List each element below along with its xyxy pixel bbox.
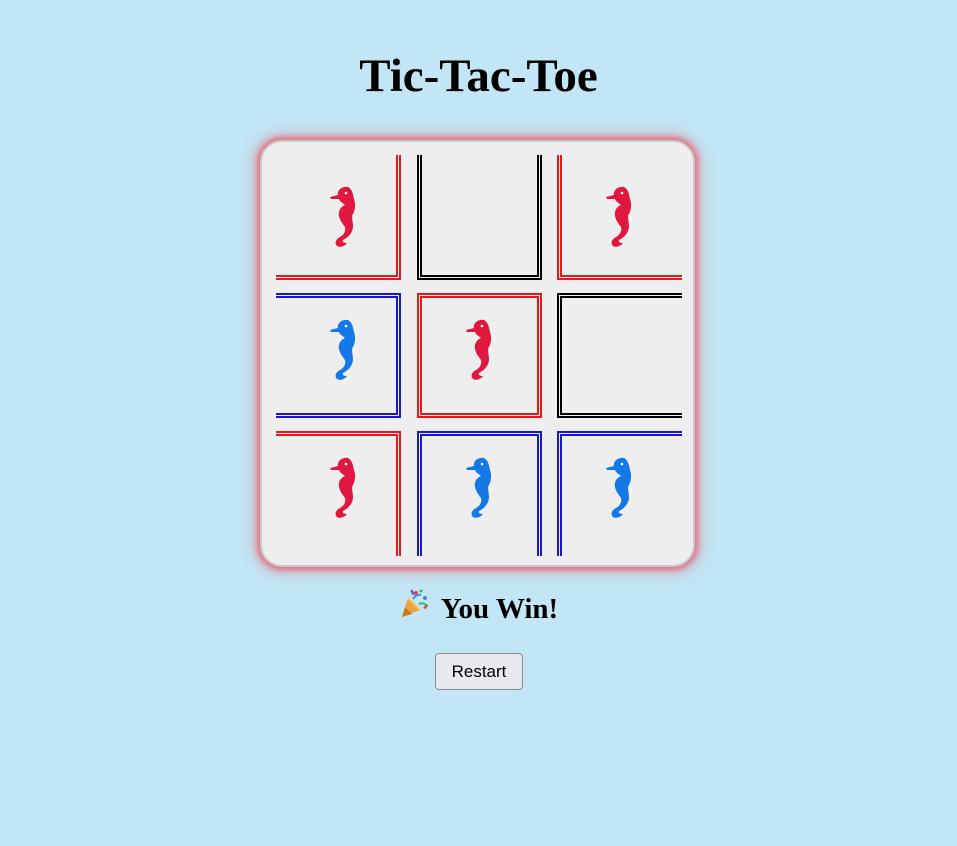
- seahorse-blue-icon: [330, 319, 357, 380]
- seahorse-red-icon: [606, 186, 633, 247]
- game-board: [260, 140, 695, 567]
- seahorse-red-icon: [330, 457, 357, 518]
- board-cell[interactable]: [276, 155, 401, 280]
- board-cell[interactable]: [557, 155, 682, 280]
- seahorse-red-icon: [466, 319, 493, 380]
- board-cell[interactable]: [557, 293, 682, 418]
- game-page: Tic-Tac-Toe You Win! Restart: [0, 0, 957, 846]
- board-cell[interactable]: [417, 155, 542, 280]
- board-cell[interactable]: [417, 431, 542, 556]
- seahorse-blue-icon: [606, 457, 633, 518]
- board-cell[interactable]: [557, 431, 682, 556]
- board-cell[interactable]: [417, 293, 542, 418]
- party-popper-icon: [399, 587, 431, 629]
- seahorse-blue-icon: [466, 457, 493, 518]
- restart-button[interactable]: Restart: [435, 653, 523, 690]
- game-status: You Win!: [0, 587, 957, 632]
- seahorse-red-icon: [330, 186, 357, 247]
- board-cell[interactable]: [276, 431, 401, 556]
- status-text: You Win!: [440, 593, 559, 625]
- board-cell[interactable]: [276, 293, 401, 418]
- page-title: Tic-Tac-Toe: [359, 50, 598, 102]
